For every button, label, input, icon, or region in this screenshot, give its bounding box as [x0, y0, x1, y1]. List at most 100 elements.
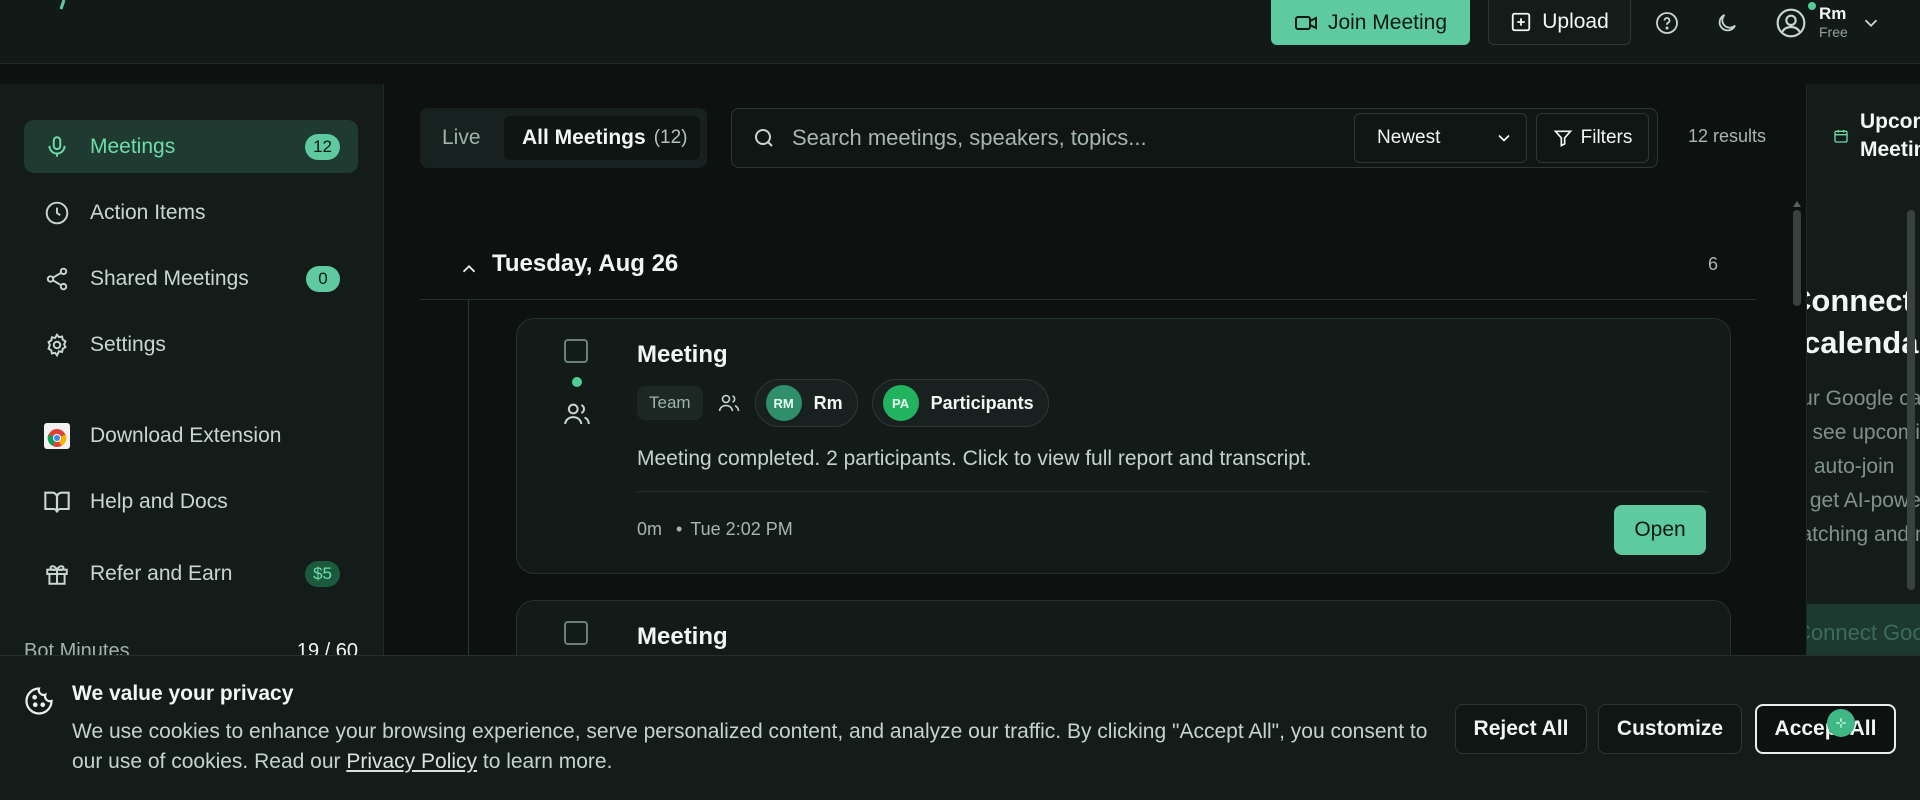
- chevron-down-icon: [1864, 19, 1877, 27]
- moon-icon[interactable]: [1712, 8, 1742, 38]
- users-icon: [564, 403, 590, 425]
- scroll-thumb[interactable]: [1793, 210, 1801, 306]
- floating-widget-icon[interactable]: [1827, 709, 1855, 737]
- book-icon: [42, 487, 72, 517]
- connect-text-line: your Google calendar: [1807, 387, 1920, 410]
- sidebar-item-meetings[interactable]: Meetings 12: [24, 120, 358, 173]
- connect-heading-line: Connect your: [1807, 283, 1920, 318]
- clock-icon: [42, 198, 72, 228]
- meeting-card[interactable]: Meeting Team RM Rm PA Participants Meeti…: [516, 318, 1731, 574]
- microphone-icon: [42, 132, 72, 162]
- timeline-line: [468, 300, 469, 700]
- search-icon: [755, 129, 773, 147]
- sort-select[interactable]: Newest: [1354, 113, 1527, 163]
- participant-chip[interactable]: PA Participants: [871, 379, 1049, 427]
- sidebar-item-help-docs[interactable]: Help and Docs: [24, 475, 358, 528]
- connect-text-line: and get AI-powered: [1807, 489, 1920, 512]
- cookie-text-main: We use cookies to enhance your browsing …: [72, 720, 1428, 773]
- tab-live[interactable]: Live: [442, 126, 481, 150]
- card-divider: [637, 491, 1707, 492]
- chrome-icon: [42, 421, 72, 451]
- user-plan: Free: [1819, 23, 1848, 40]
- tab-all-meetings[interactable]: All Meetings (12): [504, 116, 700, 160]
- connect-google-label: Connect Google: [1807, 620, 1920, 645]
- customize-button[interactable]: Customize: [1598, 704, 1742, 754]
- sort-selected: Newest: [1377, 127, 1441, 148]
- video-icon: [1294, 15, 1317, 30]
- day-group-header[interactable]: Tuesday, Aug 26 6: [420, 240, 1756, 300]
- sidebar-item-settings[interactable]: Settings: [24, 318, 358, 371]
- logo-icon[interactable]: [58, 0, 72, 10]
- user-avatar-icon: [1776, 8, 1806, 37]
- meeting-time: Tue 2:02 PM: [690, 519, 793, 539]
- upcoming-title[interactable]: Upcoming Meetings: [1860, 108, 1920, 164]
- join-meeting-button[interactable]: Join Meeting: [1271, 0, 1470, 45]
- user-menu[interactable]: Rm Free: [1775, 0, 1882, 45]
- open-meeting-button[interactable]: Open: [1614, 505, 1706, 555]
- upcoming-title-line: Meetings: [1860, 138, 1920, 161]
- calendar-icon: [1834, 130, 1848, 143]
- connect-calendar-heading: Connect your calendar: [1806, 280, 1920, 364]
- help-icon[interactable]: [1652, 8, 1682, 38]
- meeting-type-tag: Team: [637, 386, 703, 420]
- timeline-dot: [572, 377, 582, 387]
- meeting-title[interactable]: Meeting: [637, 623, 728, 651]
- users-icon: [718, 394, 739, 412]
- participant-name: Rm: [813, 392, 843, 413]
- privacy-policy-link[interactable]: Privacy Policy: [346, 750, 477, 773]
- search-input[interactable]: [792, 122, 1332, 154]
- participant-chip[interactable]: RM Rm: [754, 379, 858, 427]
- filters-label: Filters: [1580, 127, 1633, 148]
- meeting-meta: 0m • Tue 2:02 PM: [637, 519, 793, 540]
- day-group-count: 6: [1707, 254, 1718, 274]
- upcoming-title-line: Upcoming: [1860, 110, 1920, 133]
- filters-button[interactable]: Filters: [1536, 113, 1649, 163]
- user-name: Rm: [1819, 3, 1847, 23]
- chevron-down-icon: [1498, 134, 1510, 142]
- sidebar-item-label: Shared Meetings: [90, 266, 249, 290]
- meeting-tabs: Live All Meetings (12): [420, 108, 707, 168]
- tab-all-count: (12): [653, 127, 688, 148]
- avatar: RM: [765, 385, 802, 421]
- meeting-duration: 0m: [637, 519, 663, 539]
- cookie-banner: We value your privacy We use cookies to …: [0, 655, 1920, 800]
- meeting-select-checkbox[interactable]: [564, 339, 588, 363]
- scroll-up-arrow-icon[interactable]: [1791, 199, 1803, 209]
- meeting-title[interactable]: Meeting: [637, 341, 728, 369]
- participant-name: Participants: [930, 392, 1034, 413]
- upload-label: Upload: [1542, 10, 1609, 33]
- gift-icon: [42, 559, 72, 589]
- connect-text-line: meetings, auto-join: [1807, 455, 1895, 478]
- sidebar-item-refer-earn[interactable]: Refer and Earn $5: [24, 547, 358, 600]
- reject-all-button[interactable]: Reject All: [1455, 704, 1587, 754]
- connect-text-line: Outlook to see upcoming: [1807, 421, 1920, 444]
- cookie-text-end: to learn more.: [477, 750, 613, 773]
- sidebar-item-label: Settings: [90, 332, 166, 356]
- filter-icon: [1553, 130, 1572, 147]
- chevron-up-icon: [462, 264, 476, 273]
- sidebar-item-label: Help and Docs: [90, 489, 228, 513]
- sidebar-item-shared-meetings[interactable]: Shared Meetings 0: [24, 252, 358, 305]
- cookie-title: We value your privacy: [72, 682, 294, 705]
- shared-count-badge: 0: [306, 265, 340, 292]
- connect-text-line: matching and more: [1807, 523, 1920, 546]
- accept-all-button[interactable]: Accept All: [1755, 704, 1896, 754]
- meta-separator: •: [676, 519, 683, 539]
- list-scrollbar[interactable]: [1791, 196, 1803, 656]
- meetings-count-badge: 12: [305, 133, 340, 160]
- avatar: PA: [882, 385, 919, 421]
- meeting-select-checkbox[interactable]: [564, 621, 588, 645]
- connect-heading-line: calendar: [1806, 325, 1920, 360]
- share-icon: [42, 264, 72, 294]
- sidebar-item-action-items[interactable]: Action Items: [24, 186, 358, 239]
- meeting-description: Meeting completed. 2 participants. Click…: [637, 447, 1312, 470]
- sidebar-item-download-extension[interactable]: Download Extension: [24, 409, 358, 462]
- results-count: 12 results: [1688, 126, 1767, 146]
- refer-reward-badge: $5: [305, 560, 340, 587]
- panel-scrollbar[interactable]: [1907, 210, 1915, 590]
- cookie-icon: [25, 687, 53, 715]
- sidebar-item-label: Meetings: [90, 134, 176, 158]
- sidebar-item-label: Refer and Earn: [90, 561, 233, 585]
- upload-button[interactable]: Upload: [1488, 0, 1631, 45]
- connect-calendar-text: your Google calendar Outlook to see upco…: [1807, 382, 1920, 552]
